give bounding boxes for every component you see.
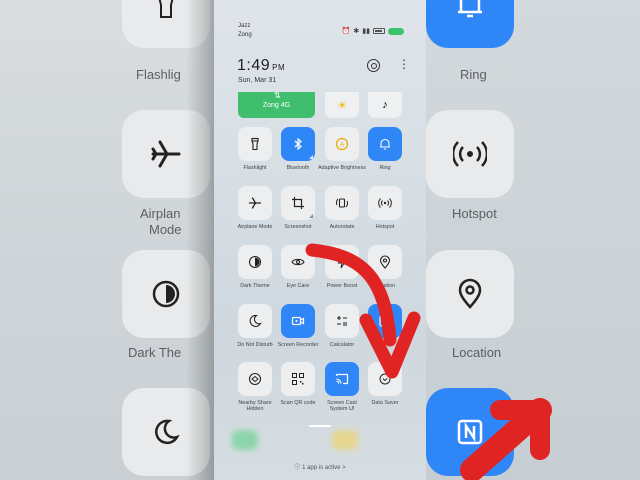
- screen: Flashlig Airplan Mode Dark The Ring Hots…: [0, 0, 640, 480]
- annotation-overlay: [0, 0, 640, 480]
- red-arrow-annotation: [305, 243, 552, 480]
